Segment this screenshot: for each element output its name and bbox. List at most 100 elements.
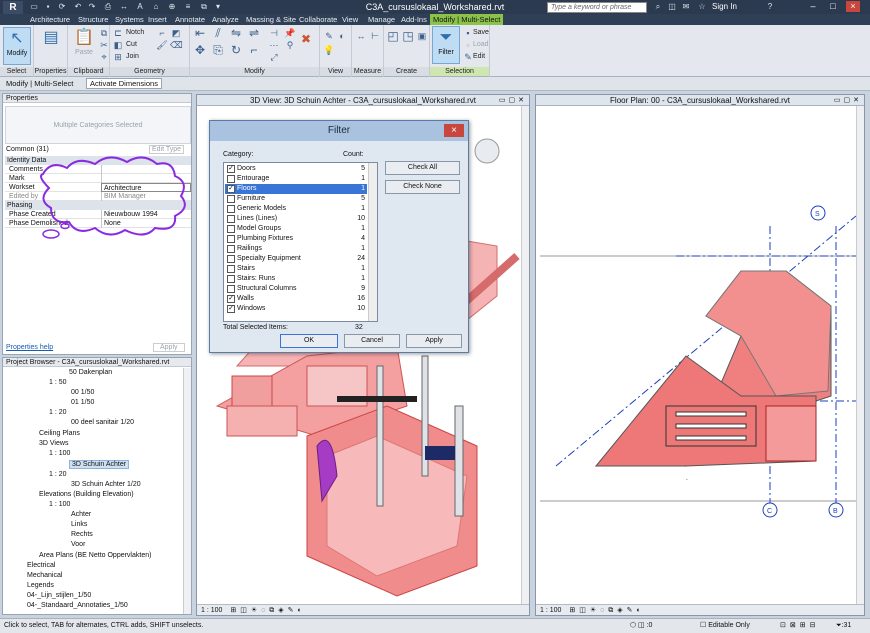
filter-status-icon[interactable]: ⏷:31: [836, 619, 851, 633]
copy-element-icon[interactable]: ⎘: [212, 44, 224, 56]
view-control-icons[interactable]: ⊞◫☀◌⧉◈✎◐: [230, 607, 305, 614]
wall-joins-icon[interactable]: ⌐: [156, 28, 168, 39]
maximize-icon[interactable]: □: [826, 1, 840, 12]
category-checkbox[interactable]: [227, 215, 235, 223]
qat-dropdown-icon[interactable]: ▾: [212, 2, 224, 12]
category-row[interactable]: Furniture 5: [225, 194, 367, 204]
tree-item[interactable]: 00 deel sanitair 1/20: [71, 419, 134, 426]
override-graphics-icon[interactable]: ✎: [323, 31, 335, 42]
tab-add-ins[interactable]: Add-Ins: [401, 15, 427, 24]
tab-systems[interactable]: Systems: [115, 15, 144, 24]
tree-item[interactable]: 01 1/50: [71, 399, 94, 406]
save-icon[interactable]: ▪: [42, 2, 54, 12]
category-row[interactable]: Stairs: Runs 1: [225, 274, 367, 284]
category-checkbox[interactable]: [227, 205, 235, 213]
cut-button[interactable]: Cut: [126, 41, 137, 48]
3d-view-scrollbar[interactable]: [521, 106, 529, 604]
tab-insert[interactable]: Insert: [148, 15, 167, 24]
offset-icon[interactable]: ⫽: [212, 27, 224, 39]
floor-plan-window[interactable]: Floor Plan: 00 - C3A_cursuslokaal_Worksh…: [535, 94, 865, 616]
category-row[interactable]: ✓ Doors 5: [225, 164, 367, 174]
tree-item[interactable]: 1 : 20: [49, 471, 67, 478]
tree-item[interactable]: Area Plans (BE Netto Oppervlakten): [39, 552, 151, 559]
section-icon[interactable]: ⊕: [166, 2, 178, 12]
category-row[interactable]: Specialty Equipment 24: [225, 254, 367, 264]
category-row[interactable]: ✓ Walls 16: [225, 294, 367, 304]
category-row[interactable]: Stairs 1: [225, 264, 367, 274]
tab-collaborate[interactable]: Collaborate: [299, 15, 337, 24]
tree-item[interactable]: Voor: [71, 541, 85, 548]
tree-item[interactable]: 50 Dakenplan: [69, 369, 112, 376]
communication-icon[interactable]: ✉: [680, 2, 692, 12]
browser-scrollbar[interactable]: [183, 368, 191, 614]
array-icon[interactable]: ⋯: [268, 40, 280, 51]
select-group-label[interactable]: Select: [0, 67, 33, 76]
hide-icon[interactable]: ◐: [336, 31, 348, 42]
copy-icon[interactable]: ⧉: [98, 28, 110, 39]
tab-structure[interactable]: Structure: [78, 15, 108, 24]
text-icon[interactable]: A: [134, 2, 146, 12]
save-selection-button[interactable]: Save: [473, 29, 489, 36]
tab-manage[interactable]: Manage: [368, 15, 395, 24]
cope-icon[interactable]: ⊏: [112, 28, 124, 39]
open-icon[interactable]: ▭: [28, 2, 40, 12]
apply-button[interactable]: Apply: [153, 343, 185, 352]
modify-button[interactable]: ↖ Modify: [3, 27, 31, 65]
lightbulb-icon[interactable]: 💡: [323, 45, 335, 56]
join-button[interactable]: Join: [126, 53, 139, 60]
help-icon[interactable]: ?: [764, 2, 776, 12]
selection-toggles[interactable]: ⊡⊠⊞⊟: [780, 619, 819, 633]
cut-geometry-icon[interactable]: ◧: [112, 40, 124, 51]
category-row[interactable]: Structural Columns 9: [225, 284, 367, 294]
edit-selection-button[interactable]: Edit: [473, 53, 485, 60]
join-icon[interactable]: ⊞: [112, 52, 124, 63]
tab-analyze[interactable]: Analyze: [212, 15, 239, 24]
split-icon[interactable]: ⊣: [268, 28, 280, 39]
paint-icon[interactable]: 🖌: [156, 40, 168, 51]
category-list[interactable]: ✓ Doors 5 Entourage 1 ✓ Floors 1 Furniture 5 Gener…: [223, 162, 378, 322]
search-input[interactable]: Type a keyword or phrase: [547, 2, 647, 13]
measure-distance-icon[interactable]: ↔: [355, 31, 367, 42]
sign-in-link[interactable]: Sign In: [712, 2, 737, 11]
sync-icon[interactable]: ⟳: [56, 2, 68, 12]
notch-button[interactable]: Notch: [126, 29, 144, 36]
category-checkbox[interactable]: [227, 235, 235, 243]
switch-windows-icon[interactable]: ⧉: [198, 2, 210, 12]
category-checkbox[interactable]: ✓: [227, 305, 235, 313]
tree-item[interactable]: 1 : 100: [49, 450, 70, 457]
tab-architecture[interactable]: Architecture: [30, 15, 70, 24]
plan-scrollbar[interactable]: [856, 106, 864, 604]
tree-item[interactable]: Links: [71, 521, 87, 528]
workset-icons[interactable]: ⬡ ◫ :0: [630, 619, 652, 633]
tab-massing-site[interactable]: Massing & Site: [246, 15, 296, 24]
load-selection-button[interactable]: Load: [473, 41, 489, 48]
create-group-icon[interactable]: ▣: [416, 31, 428, 42]
view-window-controls[interactable]: ▭▢✕: [499, 96, 527, 104]
cancel-button[interactable]: Cancel: [344, 334, 400, 348]
unpin-icon[interactable]: ⚲: [284, 40, 296, 51]
tab-modify-multi-select[interactable]: Modify | Multi-Select: [430, 14, 504, 25]
3d-view-scale[interactable]: 1 : 100: [201, 607, 222, 614]
ok-button[interactable]: OK: [280, 334, 338, 348]
rotate-icon[interactable]: ↻: [230, 44, 242, 56]
category-checkbox[interactable]: [227, 225, 235, 233]
tree-item[interactable]: Ceiling Plans: [39, 430, 80, 437]
category-checkbox[interactable]: ✓: [227, 185, 235, 193]
split-face-icon[interactable]: ◩: [170, 28, 182, 39]
delete-icon[interactable]: ✖: [300, 33, 312, 45]
check-all-button[interactable]: Check All: [385, 161, 460, 175]
tree-item[interactable]: 1 : 20: [49, 409, 67, 416]
editable-only-toggle[interactable]: ☐ Editable Only: [700, 619, 750, 633]
tree-item[interactable]: Rechts: [71, 531, 93, 538]
trim-icon[interactable]: ⌐: [248, 44, 260, 56]
mirror-draw-icon[interactable]: ⇌: [248, 27, 260, 39]
tree-item-selected[interactable]: 3D Schuin Achter: [69, 460, 130, 469]
print-icon[interactable]: ⎙: [102, 2, 114, 12]
tree-item[interactable]: Achter: [71, 511, 91, 518]
category-checkbox[interactable]: [227, 265, 235, 273]
mirror-axis-icon[interactable]: ⇋: [230, 27, 242, 39]
favorites-icon[interactable]: ☆: [696, 2, 708, 12]
create-assembly-icon[interactable]: ◰: [387, 30, 399, 42]
category-checkbox[interactable]: [227, 255, 235, 263]
dialog-apply-button[interactable]: Apply: [406, 334, 462, 348]
